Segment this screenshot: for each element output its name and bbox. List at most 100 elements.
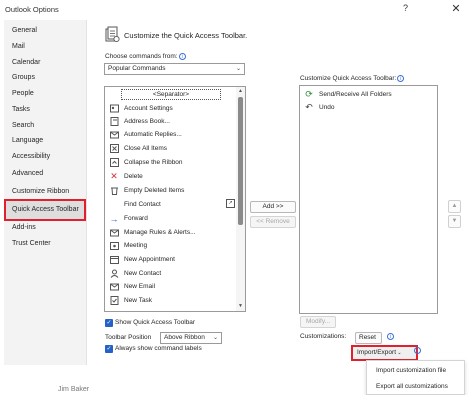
sidebar-item-trust-center[interactable]: Trust Center [12,240,51,247]
list-item[interactable]: New Contact [105,267,161,280]
meeting-icon [108,241,120,251]
sidebar-item-customize-ribbon[interactable]: Customize Ribbon [12,188,69,195]
toolbar-position-label: Toolbar Position [105,334,152,341]
sidebar-item-general[interactable]: General [12,27,37,34]
move-up-button[interactable]: ▲ [448,200,461,213]
toolbar-position-value: Above Ribbon [164,334,205,341]
move-down-button[interactable]: ▼ [448,215,461,228]
sidebar-item-accessibility[interactable]: Accessibility [12,153,50,160]
account-settings-icon [108,104,120,114]
reset-button[interactable]: Reset ⌄ [355,332,382,351]
list-item[interactable]: Find Contact ↗ [105,198,237,211]
new-email-icon [108,282,120,292]
list-item[interactable]: ↶ Undo [300,101,335,114]
list-item[interactable]: New Task [105,294,152,307]
always-show-labels-checkbox[interactable]: ✓ [105,345,113,353]
command-label: Meeting [124,242,148,249]
command-label: Collapse the Ribbon [124,159,183,166]
command-label: Forward [124,215,148,222]
choose-commands-value: Popular Commands [108,65,166,72]
qat-label: Customize Quick Access Toolbar: i [300,75,405,82]
chevron-down-icon: ⌄ [212,335,218,341]
command-label: Account Settings [124,105,173,112]
separator-item[interactable]: <Separator> [121,89,221,100]
sidebar-item-calendar[interactable]: Calendar [12,59,40,66]
sidebar-item-quick-access-toolbar[interactable]: Quick Access Toolbar [12,206,79,213]
command-label: Delete [124,173,143,180]
chevron-down-icon: ⌄ [396,350,402,356]
show-qat-checkbox[interactable]: ✓ [105,319,113,327]
sidebar-item-search[interactable]: Search [12,122,34,129]
command-label: Address Book... [124,118,170,125]
page-heading: Customize the Quick Access Toolbar. [124,31,248,40]
undo-icon: ↶ [305,102,313,112]
sidebar-item-tasks[interactable]: Tasks [12,106,30,113]
commands-list[interactable]: <Separator> Account Settings Address Boo… [104,86,246,312]
choose-commands-label: Choose commands from: i [105,53,186,60]
address-book-icon [108,117,120,127]
list-item[interactable]: Manage Rules & Alerts... [105,226,196,239]
forward-icon: → [109,213,119,224]
list-item[interactable]: Empty Deleted Items [105,184,184,197]
list-item[interactable]: Close All Items [105,142,167,155]
user-name: Jim Baker [58,386,90,393]
qat-item-label: Undo [319,104,335,111]
find-contact-expand-icon: ↗ [226,199,235,208]
modify-button[interactable]: Modify... [300,316,336,328]
list-item[interactable]: Collapse the Ribbon [105,156,183,169]
remove-button[interactable]: << Remove [250,216,296,228]
choose-commands-select[interactable]: Popular Commands ⌄ [104,63,245,75]
sidebar-item-groups[interactable]: Groups [12,74,35,81]
info-icon: i [397,75,405,82]
show-qat-label: Show Quick Access Toolbar [115,319,196,326]
rules-icon [108,228,120,238]
automatic-replies-icon [108,130,120,140]
import-export-button[interactable]: Import/Export ⌄ [351,345,418,361]
add-button[interactable]: Add >> [250,201,296,213]
scroll-down-icon[interactable]: ▼ [238,303,243,309]
command-label: Empty Deleted Items [124,187,185,194]
list-item[interactable]: Account Settings [105,102,173,115]
send-receive-icon: ⟳ [305,89,313,99]
empty-deleted-icon [108,186,120,196]
list-item[interactable]: New Email [105,280,155,293]
toolbar-position-select[interactable]: Above Ribbon ⌄ [160,332,222,344]
close-all-icon [108,144,120,154]
scrollbar-thumb[interactable] [238,97,243,225]
menu-item-export[interactable]: Export all customizations [376,383,448,390]
command-label: New Contact [124,270,162,277]
sidebar-item-mail[interactable]: Mail [12,43,25,50]
list-item[interactable]: ⟳ Send/Receive All Folders [300,88,392,101]
sidebar-item-language[interactable]: Language [12,137,43,144]
info-icon: i [387,333,394,340]
sidebar-item-add-ins[interactable]: Add-ins [12,224,36,231]
menu-item-import[interactable]: Import customization file [376,367,446,374]
command-label: New Appointment [124,256,175,263]
chevron-down-icon: ⌄ [235,66,241,72]
sidebar-item-advanced[interactable]: Advanced [12,170,43,177]
info-icon: i [414,347,421,354]
commands-scrollbar[interactable]: ▲ ▼ [236,87,245,311]
delete-icon: ✕ [110,171,118,181]
list-item[interactable]: ✕ Delete [105,170,143,183]
qat-list[interactable]: ⟳ Send/Receive All Folders ↶ Undo [299,85,438,314]
list-item[interactable]: New Appointment [105,253,175,266]
list-item[interactable]: Address Book... [105,115,170,128]
list-item[interactable]: → Forward [105,212,148,225]
list-item[interactable]: Meeting [105,239,147,252]
sidebar-item-people[interactable]: People [12,90,34,97]
import-export-label: Import/Export [357,349,397,356]
customizations-label: Customizations: [300,333,347,340]
qat-item-label: Send/Receive All Folders [319,91,392,98]
collapse-ribbon-icon [108,158,120,168]
help-button[interactable]: ? [403,3,408,13]
info-icon: i [178,53,186,60]
command-label: Automatic Replies... [124,131,182,138]
scroll-up-icon[interactable]: ▲ [238,88,243,94]
title-bar: Outlook Options ? ✕ [0,0,474,19]
new-contact-icon [108,269,120,279]
close-button[interactable]: ✕ [448,2,464,16]
list-item[interactable]: Automatic Replies... [105,128,182,141]
command-label: New Email [124,283,156,290]
new-task-icon [108,296,120,306]
